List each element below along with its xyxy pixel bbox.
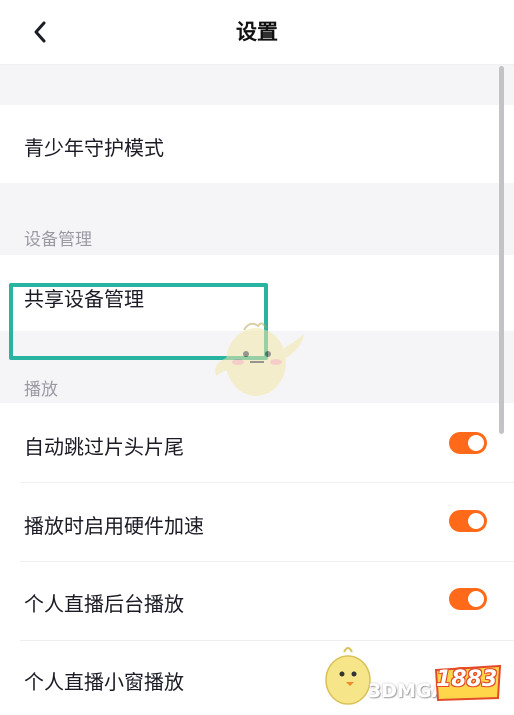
section-label: 设备管理 <box>24 230 92 250</box>
section-label: 播放 <box>24 380 58 400</box>
row-label: 自动跳过片头片尾 <box>24 435 184 459</box>
row-label: 个人直播后台播放 <box>24 592 184 616</box>
toggle-knob <box>468 591 484 607</box>
toggle-knob <box>468 513 484 529</box>
settings-row-auto-skip[interactable]: 自动跳过片头片尾 <box>0 403 514 482</box>
toggle-knob <box>468 435 484 451</box>
hw-accel-toggle[interactable] <box>449 510 487 532</box>
section-header-device: 设备管理 <box>0 183 514 255</box>
row-label: 个人直播小窗播放 <box>24 670 184 694</box>
scrollbar[interactable] <box>499 66 504 434</box>
settings-row-live-background[interactable]: 个人直播后台播放 <box>0 562 514 640</box>
settings-row-hw-accel[interactable]: 播放时启用硬件加速 <box>0 483 514 561</box>
watermark-logo: 1883 <box>436 667 498 692</box>
header-bar: 设置 <box>0 0 514 65</box>
live-background-toggle[interactable] <box>449 588 487 610</box>
auto-skip-toggle[interactable] <box>449 432 487 454</box>
mascot-watermark-icon <box>215 322 304 396</box>
row-label: 青少年守护模式 <box>24 136 164 160</box>
row-label: 播放时启用硬件加速 <box>24 514 204 538</box>
section-gap <box>0 65 514 105</box>
page-title: 设置 <box>236 20 278 44</box>
settings-row-teen-mode[interactable]: 青少年守护模式 <box>0 105 514 183</box>
